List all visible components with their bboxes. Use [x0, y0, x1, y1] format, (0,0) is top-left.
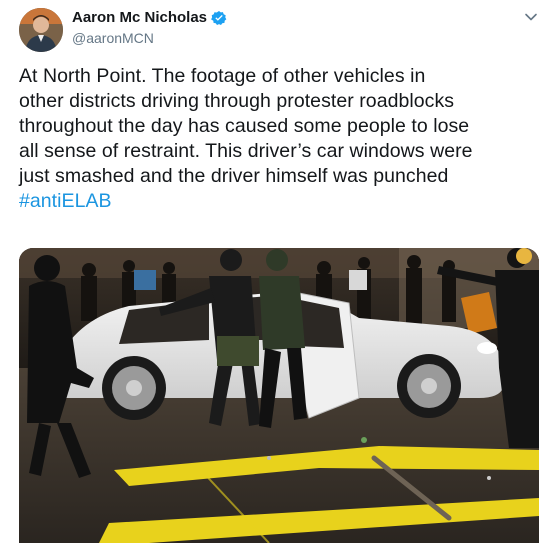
tweet-text-line: all sense of restraint. This driver’s ca…	[19, 140, 473, 162]
tweet-media[interactable]	[19, 248, 539, 543]
verified-badge-icon	[211, 10, 227, 25]
author-handle[interactable]: @aaronMCN	[72, 30, 154, 46]
tweet-text-line: throughout the day has caused some peopl…	[19, 115, 470, 137]
tweet-card: Aaron Mc Nicholas @aaronMCN At North Poi…	[0, 0, 554, 543]
avatar[interactable]	[19, 8, 63, 52]
profile-photo-icon	[19, 8, 63, 52]
author-name-row: Aaron Mc Nicholas	[72, 9, 227, 26]
photo-icon	[19, 248, 539, 543]
tweet-text-line: other districts driving through proteste…	[19, 90, 455, 112]
chevron-down-icon[interactable]	[524, 10, 538, 24]
hashtag-link[interactable]: #antiELAB	[19, 189, 544, 214]
tweet-text-line: just smashed and the driver himself was …	[19, 165, 449, 187]
tweet-text-line: At North Point. The footage of other veh…	[19, 65, 426, 87]
author-display-name[interactable]: Aaron Mc Nicholas	[72, 9, 207, 26]
tweet-text: At North Point. The footage of other veh…	[19, 64, 544, 214]
